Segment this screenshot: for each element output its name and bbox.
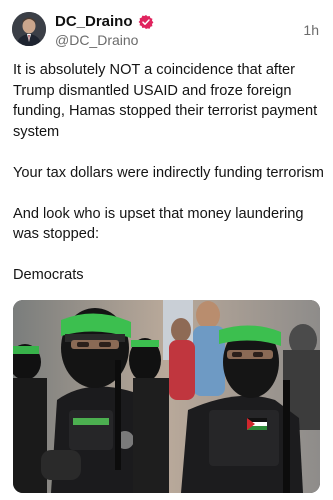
post-paragraph: Your tax dollars were indirectly funding… [13, 164, 324, 181]
post-text: It is absolutely NOT a coincidence that … [13, 60, 325, 306]
post-paragraph: Democrats [13, 267, 84, 283]
verified-badge-icon [138, 14, 154, 30]
post-timestamp[interactable]: 1h [303, 22, 319, 38]
avatar[interactable] [12, 12, 46, 46]
display-name-row: DC_Draino [55, 13, 154, 31]
author-handle[interactable]: @DC_Draino [55, 32, 138, 48]
user-avatar-icon [12, 12, 46, 46]
display-name[interactable]: DC_Draino [55, 13, 133, 31]
post-header: DC_Draino @DC_Draino 1h [10, 10, 323, 50]
photo-masked-militants-icon [13, 300, 320, 493]
post-paragraph: It is absolutely NOT a coincidence that … [13, 62, 318, 140]
post-image[interactable] [13, 300, 320, 493]
post-paragraph: And look who is upset that money launder… [13, 205, 304, 243]
